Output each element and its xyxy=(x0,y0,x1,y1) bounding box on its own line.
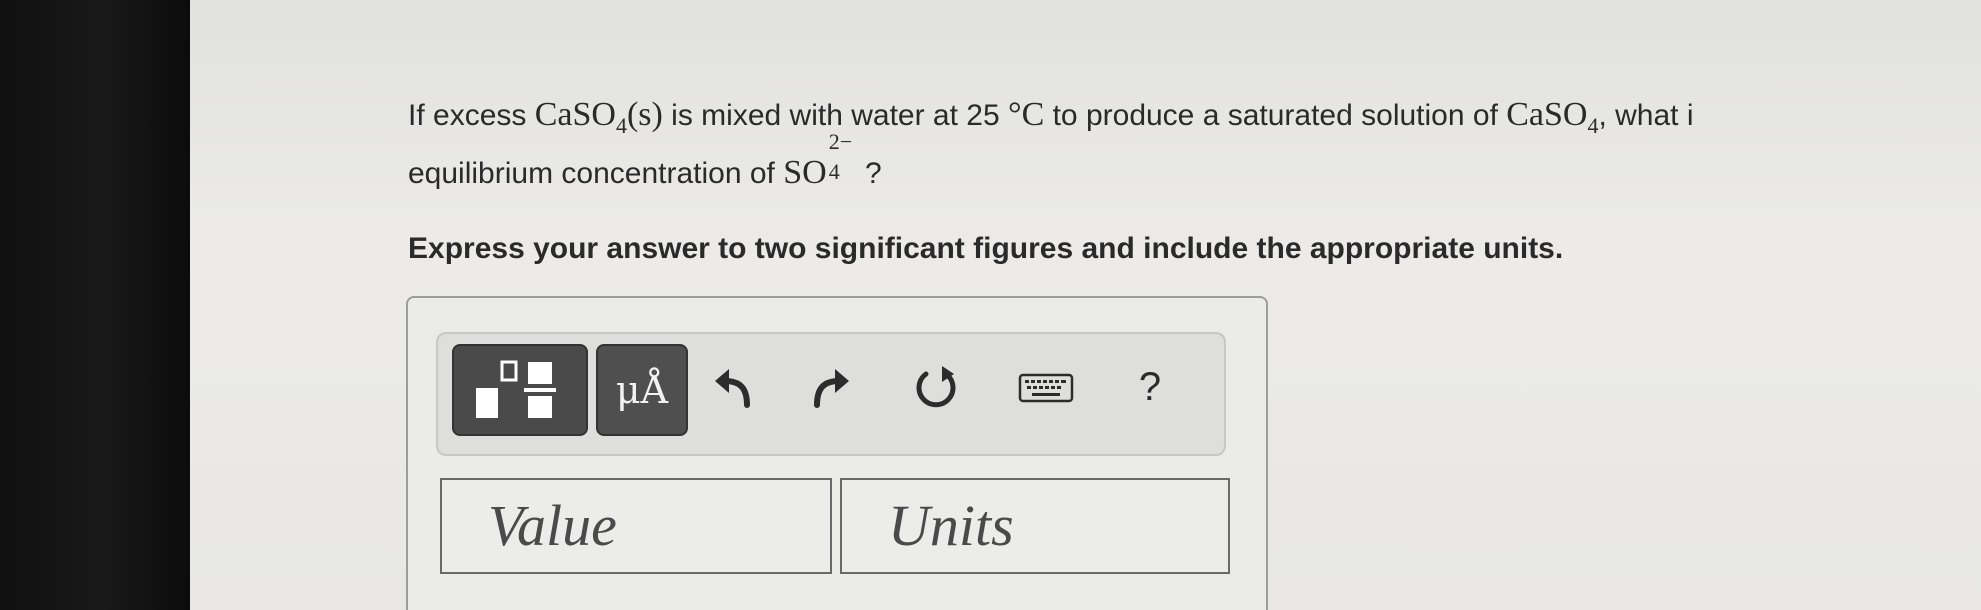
question-line-1: If excess CaSO4(s) is mixed with water a… xyxy=(408,92,1981,149)
reset-button[interactable] xyxy=(908,360,964,416)
keyboard-icon xyxy=(1018,373,1074,403)
question-line2-prefix: equilibrium concentration of xyxy=(408,156,784,190)
question-prefix: If excess xyxy=(408,99,535,132)
formula-caso4-2: CaSO4 xyxy=(1506,96,1599,138)
phase-label: (s) xyxy=(626,96,663,133)
value-input[interactable]: Value xyxy=(440,478,832,574)
math-toolbar: μÅ ? xyxy=(436,332,1226,456)
units-input[interactable]: Units xyxy=(840,478,1230,574)
undo-icon xyxy=(715,369,750,408)
question-line-2: equilibrium concentration of SO 2− 4 ? xyxy=(408,128,1981,197)
redo-icon xyxy=(814,369,849,408)
redo-button[interactable] xyxy=(802,360,858,416)
units-button[interactable]: μÅ xyxy=(596,344,688,436)
templates-button[interactable] xyxy=(452,344,588,436)
answer-panel: μÅ ? Value Units xyxy=(406,296,1268,610)
question-text: If excess CaSO4(s) is mixed with water a… xyxy=(408,92,1981,197)
reset-icon xyxy=(916,366,956,408)
question-mid-2: to produce a saturated solution of xyxy=(1044,99,1507,132)
screen: If excess CaSO4(s) is mixed with water a… xyxy=(190,0,1981,610)
help-button[interactable]: ? xyxy=(1122,356,1178,418)
monitor-bezel xyxy=(0,0,190,610)
formula-caso4: CaSO4 xyxy=(534,96,627,138)
instruction-text: Express your answer to two significant f… xyxy=(408,232,1564,265)
keyboard-button[interactable] xyxy=(1012,360,1080,416)
question-mid-3: , what i xyxy=(1598,99,1694,132)
undo-button[interactable] xyxy=(706,360,762,416)
question-line2-suffix: ? xyxy=(856,156,882,190)
ion-sulfate: SO 2− 4 xyxy=(783,128,853,191)
templates-icon xyxy=(476,360,556,418)
question-mid-1: is mixed with water at 25 xyxy=(662,99,1008,132)
temperature-unit: °C xyxy=(1007,96,1045,133)
